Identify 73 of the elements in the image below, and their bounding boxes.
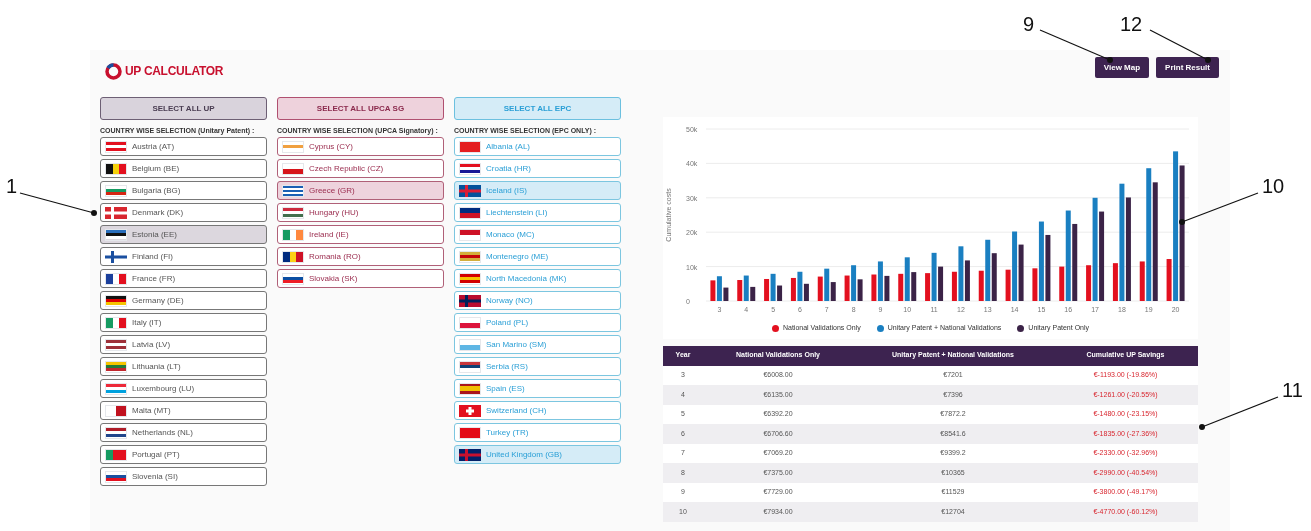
flag-icon [282, 140, 304, 153]
leader-line [1149, 29, 1211, 63]
flag-icon [459, 184, 481, 197]
flag-icon [105, 470, 127, 483]
flag-icon [105, 272, 127, 285]
callout-number: 10 [1262, 176, 1285, 196]
flag-icon [282, 228, 304, 241]
flag-icon [105, 184, 127, 197]
country-toggle[interactable]: Cyprus (CY) [277, 137, 444, 156]
logo-icon [105, 62, 122, 80]
select-all-button[interactable]: SELECT ALL UP [100, 97, 267, 120]
logo-text: UP CALCULATOR [125, 63, 224, 80]
callout-number: 12 [1120, 14, 1143, 34]
flag-icon [105, 140, 127, 153]
flag-icon [459, 426, 481, 439]
flag-icon [105, 426, 127, 439]
select-all-button[interactable]: SELECT ALL UPCA SG [277, 97, 444, 120]
flag-icon [282, 162, 304, 175]
country-toggle[interactable]: Lithuania (LT) [100, 357, 267, 376]
flag-icon [459, 162, 481, 175]
country-toggle[interactable]: Hungary (HU) [277, 203, 444, 222]
flag-icon [105, 206, 127, 219]
country-toggle[interactable]: Estonia (EE) [100, 225, 267, 244]
print-result-button[interactable]: Print Result [1156, 57, 1219, 78]
country-toggle[interactable]: Greece (GR) [277, 181, 444, 200]
country-toggle[interactable]: Denmark (DK) [100, 203, 267, 222]
flag-icon [105, 338, 127, 351]
flag-icon [105, 448, 127, 461]
flag-icon [459, 316, 481, 329]
country-toggle[interactable]: Czech Republic (CZ) [277, 159, 444, 178]
flag-icon [282, 250, 304, 263]
country-toggle[interactable]: Finland (FI) [100, 247, 267, 266]
flag-icon [459, 294, 481, 307]
callout-number: 1 [6, 176, 18, 196]
flag-icon [105, 316, 127, 329]
flag-icon [105, 294, 127, 307]
country-toggle[interactable]: Portugal (PT) [100, 445, 267, 464]
flag-icon [459, 206, 481, 219]
country-toggle[interactable]: Belgium (BE) [100, 159, 267, 178]
flag-icon [105, 162, 127, 175]
callout-number: 9 [1023, 14, 1035, 34]
country-toggle[interactable]: Romania (RO) [277, 247, 444, 266]
country-toggle[interactable]: Italy (IT) [100, 313, 267, 332]
flag-icon [459, 272, 481, 285]
flag-icon [282, 184, 304, 197]
flag-icon [105, 228, 127, 241]
flag-icon [105, 382, 127, 395]
view-map-button[interactable]: View Map [1094, 57, 1150, 78]
country-toggle[interactable]: Ireland (IE) [277, 225, 444, 244]
country-toggle[interactable]: Netherlands (NL) [100, 423, 267, 442]
flag-icon [459, 250, 481, 263]
flag-icon [459, 140, 481, 153]
flag-icon [105, 250, 127, 263]
flag-icon [459, 228, 481, 241]
flag-icon [282, 206, 304, 219]
flag-icon [459, 338, 481, 351]
country-toggle[interactable]: Malta (MT) [100, 401, 267, 420]
country-toggle[interactable]: Bulgaria (BG) [100, 181, 267, 200]
flag-icon [459, 382, 481, 395]
country-toggle[interactable]: Slovakia (SK) [277, 269, 444, 288]
flag-icon [459, 448, 481, 461]
country-toggle[interactable]: Luxembourg (LU) [100, 379, 267, 398]
country-toggle[interactable]: Germany (DE) [100, 291, 267, 310]
country-toggle[interactable]: Austria (AT) [100, 137, 267, 156]
country-toggle[interactable]: Slovenia (SI) [100, 467, 267, 486]
country-toggle[interactable]: Latvia (LV) [100, 335, 267, 354]
callout-number: 11 [1282, 380, 1303, 400]
flag-icon [459, 404, 481, 417]
country-toggle[interactable]: France (FR) [100, 269, 267, 288]
flag-icon [105, 404, 127, 417]
flag-icon [459, 360, 481, 373]
flag-icon [105, 360, 127, 373]
flag-icon [282, 272, 304, 285]
